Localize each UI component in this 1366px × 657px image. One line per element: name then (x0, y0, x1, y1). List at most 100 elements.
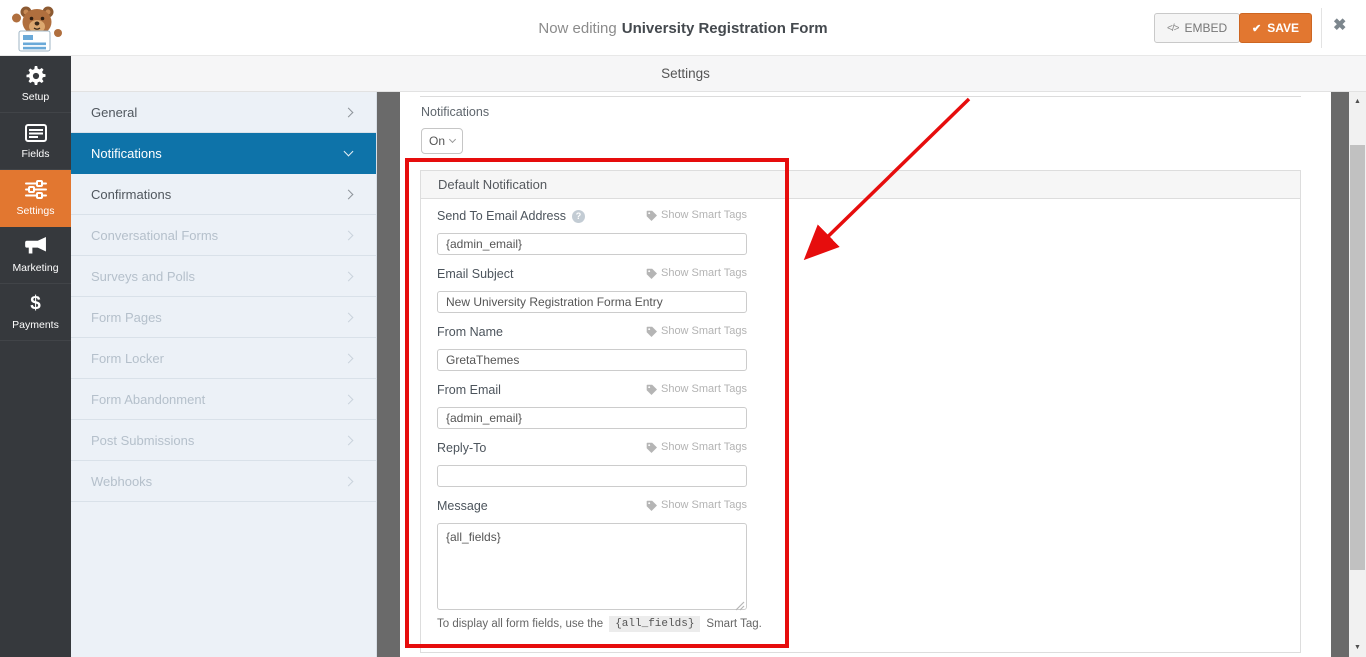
top-bar: Now editing University Registration Form… (0, 0, 1366, 56)
tag-icon (646, 500, 657, 511)
show-smart-tags-link[interactable]: Show Smart Tags (646, 209, 747, 221)
embed-button-label: EMBED (1184, 21, 1228, 35)
tag-icon (646, 442, 657, 453)
notifications-section-label: Notifications (421, 105, 490, 119)
builder-nav: Setup Fields Settings Marketing $ Paymen… (0, 56, 71, 657)
menu-label: Form Pages (91, 309, 162, 325)
menu-item-form-abandonment[interactable]: Form Abandonment (71, 379, 376, 420)
menu-item-general[interactable]: General (71, 92, 376, 133)
menu-label: General (91, 104, 138, 120)
show-smart-tags-link[interactable]: Show Smart Tags (646, 267, 747, 279)
email-subject-input[interactable] (437, 291, 747, 313)
field-label: From Name (437, 325, 503, 339)
settings-panel-header: Settings (71, 56, 1366, 92)
chevron-right-icon (343, 312, 354, 322)
embed-button[interactable]: </> EMBED (1154, 13, 1241, 43)
tag-icon (646, 268, 657, 279)
chevron-right-icon (343, 107, 354, 117)
tag-icon (646, 326, 657, 337)
menu-label: Webhooks (91, 473, 153, 489)
field-send-to-email: Send To Email Address ? Show Smart Tags (437, 209, 747, 255)
reply-to-input[interactable] (437, 465, 747, 487)
field-label: Send To Email Address (437, 209, 567, 223)
nav-item-marketing[interactable]: Marketing (0, 227, 71, 284)
close-builder-icon[interactable]: ✖ (1333, 18, 1346, 34)
nav-item-settings[interactable]: Settings (0, 170, 71, 227)
resize-handle[interactable] (735, 598, 745, 611)
menu-item-form-pages[interactable]: Form Pages (71, 297, 376, 338)
field-label: Message (437, 499, 488, 513)
menu-label: Notifications (91, 145, 162, 161)
save-button-label: SAVE (1267, 21, 1300, 35)
tag-icon (646, 384, 657, 395)
show-smart-tags-link[interactable]: Show Smart Tags (646, 383, 747, 395)
embed-code-icon: </> (1167, 22, 1180, 34)
menu-item-confirmations[interactable]: Confirmations (71, 174, 376, 215)
scrollbar-thumb[interactable] (1350, 145, 1365, 570)
nav-label-settings: Settings (16, 204, 55, 217)
field-label: Email Subject (437, 267, 514, 281)
scroll-down-icon[interactable]: ▼ (1349, 640, 1366, 655)
wpforms-builder: Now editing University Registration Form… (0, 0, 1366, 657)
notifications-toggle-value: On (428, 134, 445, 148)
message-textarea[interactable]: {all_fields} (437, 523, 747, 610)
now-editing-prefix: Now editing (538, 19, 617, 37)
from-email-input[interactable] (437, 407, 747, 429)
menu-item-surveys-and-polls[interactable]: Surveys and Polls (71, 256, 376, 297)
nav-label-fields: Fields (21, 147, 50, 160)
show-smart-tags-link[interactable]: Show Smart Tags (646, 441, 747, 453)
notifications-toggle-select[interactable]: On (421, 128, 463, 154)
field-label: From Email (437, 383, 501, 397)
form-name: University Registration Form (621, 19, 828, 37)
menu-label: Form Locker (91, 350, 164, 366)
save-check-icon: ✔ (1252, 22, 1262, 35)
menu-item-form-locker[interactable]: Form Locker (71, 338, 376, 379)
all-fields-note: To display all form fields, use the {all… (437, 616, 762, 632)
dollar-icon: $ (30, 292, 41, 314)
menu-label: Conversational Forms (91, 227, 219, 243)
chevron-down-icon (448, 135, 457, 144)
menu-label: Form Abandonment (91, 391, 206, 407)
topbar-divider (1321, 8, 1322, 48)
field-from-name: From Name Show Smart Tags (437, 325, 747, 371)
nav-label-setup: Setup (21, 90, 50, 103)
field-message: Message Show Smart Tags {all_fields} (437, 499, 747, 611)
field-label: Reply-To (437, 441, 487, 455)
chevron-right-icon (343, 189, 354, 199)
menu-item-post-submissions[interactable]: Post Submissions (71, 420, 376, 461)
menu-label: Surveys and Polls (91, 268, 196, 284)
gear-icon (26, 65, 46, 86)
tag-icon (646, 210, 657, 221)
all-fields-code-chip: {all_fields} (609, 616, 701, 632)
chevron-right-icon (343, 353, 354, 363)
nav-item-fields[interactable]: Fields (0, 113, 71, 170)
settings-menu: General Notifications Confirmations Conv… (71, 92, 377, 657)
help-icon[interactable]: ? (572, 209, 586, 223)
chevron-right-icon (343, 271, 354, 281)
from-name-input[interactable] (437, 349, 747, 371)
save-button[interactable]: ✔ SAVE (1239, 13, 1313, 43)
menu-item-notifications[interactable]: Notifications (71, 133, 376, 174)
default-notification-title: Default Notification (438, 177, 548, 192)
nav-item-payments[interactable]: $ Payments (0, 284, 71, 341)
field-from-email: From Email Show Smart Tags (437, 383, 747, 429)
show-smart-tags-link[interactable]: Show Smart Tags (646, 325, 747, 337)
nav-item-setup[interactable]: Setup (0, 56, 71, 113)
menu-label: Post Submissions (91, 432, 195, 448)
chevron-right-icon (343, 476, 354, 486)
send-to-email-input[interactable] (437, 233, 747, 255)
scroll-up-icon[interactable]: ▲ (1349, 94, 1366, 109)
note-prefix: To display all form fields, use the (437, 618, 604, 630)
nav-label-marketing: Marketing (12, 261, 59, 274)
show-smart-tags-link[interactable]: Show Smart Tags (646, 499, 747, 511)
megaphone-icon (24, 237, 47, 257)
menu-item-webhooks[interactable]: Webhooks (71, 461, 376, 502)
nav-label-payments: Payments (12, 318, 59, 331)
sliders-icon (24, 180, 47, 200)
menu-label: Confirmations (91, 186, 172, 202)
settings-panel-title: Settings (661, 66, 710, 81)
form-fields-icon (24, 123, 47, 143)
field-email-subject: Email Subject Show Smart Tags (437, 267, 747, 313)
menu-item-conversational-forms[interactable]: Conversational Forms (71, 215, 376, 256)
vertical-scrollbar[interactable]: ▲ ▼ (1349, 92, 1366, 657)
